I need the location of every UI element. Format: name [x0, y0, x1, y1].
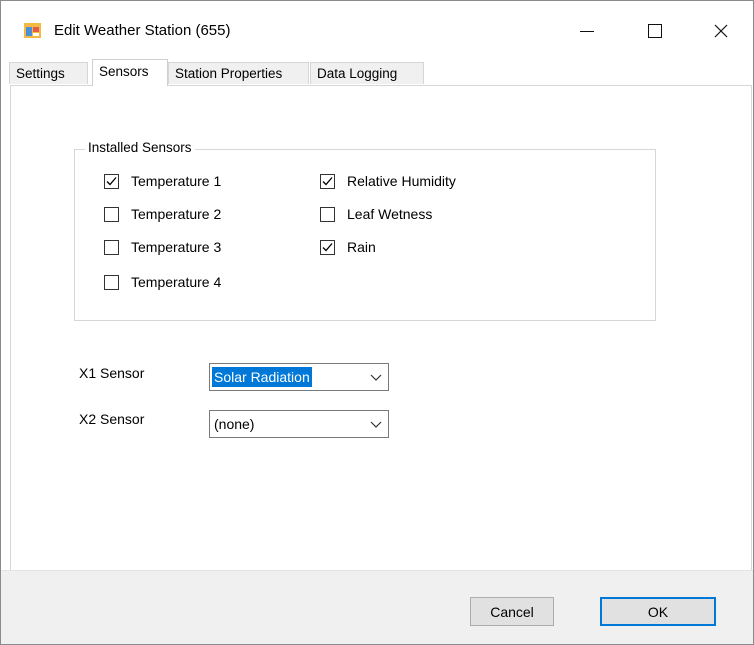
- tab-station-properties[interactable]: Station Properties: [168, 62, 309, 84]
- ok-button[interactable]: OK: [600, 597, 716, 626]
- x1-sensor-label: X1 Sensor: [79, 365, 145, 381]
- checkbox-relative-humidity[interactable]: Relative Humidity: [320, 171, 456, 191]
- x2-sensor-dropdown[interactable]: (none): [209, 410, 389, 438]
- checkbox-temperature-4[interactable]: Temperature 4: [104, 272, 221, 292]
- checkmark-icon: [106, 176, 117, 185]
- checkbox-label: Temperature 3: [131, 239, 222, 255]
- checkbox-label: Temperature 4: [131, 274, 222, 290]
- x2-sensor-label: X2 Sensor: [79, 411, 145, 427]
- checkmark-icon: [322, 176, 333, 185]
- checkbox-label: Leaf Wetness: [347, 206, 433, 222]
- tab-settings[interactable]: Settings: [9, 62, 88, 84]
- minimize-icon: [580, 30, 594, 32]
- x1-sensor-dropdown[interactable]: Solar Radiation: [209, 363, 389, 391]
- checkbox-label: Relative Humidity: [347, 173, 456, 189]
- tab-sensors[interactable]: Sensors: [92, 59, 168, 86]
- checkbox-temperature-3[interactable]: Temperature 3: [104, 237, 221, 257]
- checkbox-rain[interactable]: Rain: [320, 237, 376, 257]
- checkbox-box[interactable]: [104, 274, 119, 290]
- checkbox-box[interactable]: [104, 206, 119, 222]
- title-bar[interactable]: Edit Weather Station (655): [1, 1, 753, 61]
- checkbox-label: Rain: [347, 239, 376, 255]
- x1-sensor-value: Solar Radiation: [212, 367, 312, 387]
- tab-data-logging[interactable]: Data Logging: [310, 62, 424, 84]
- checkbox-label: Temperature 1: [131, 173, 222, 189]
- checkbox-box[interactable]: [104, 239, 119, 255]
- maximize-button[interactable]: [632, 11, 678, 51]
- chevron-down-icon: [370, 421, 382, 428]
- close-icon: [714, 24, 728, 38]
- close-button[interactable]: [698, 11, 744, 51]
- dialog-window: Edit Weather Station (655) Settings Sens…: [0, 0, 754, 645]
- maximize-icon: [648, 24, 662, 38]
- chevron-down-icon: [370, 374, 382, 381]
- tab-strip: Settings Sensors Station Properties Data…: [9, 59, 753, 86]
- installed-sensors-title: Installed Sensors: [85, 140, 195, 155]
- app-window-icon: [24, 23, 41, 38]
- checkbox-label: Temperature 2: [131, 206, 222, 222]
- checkbox-leaf-wetness[interactable]: Leaf Wetness: [320, 204, 432, 224]
- checkbox-temperature-2[interactable]: Temperature 2: [104, 204, 221, 224]
- checkbox-temperature-1[interactable]: Temperature 1: [104, 171, 221, 191]
- window-title: Edit Weather Station (655): [54, 22, 231, 39]
- minimize-button[interactable]: [564, 11, 610, 51]
- x2-sensor-value: (none): [214, 416, 255, 432]
- checkbox-box[interactable]: [320, 206, 335, 222]
- checkmark-icon: [322, 242, 333, 251]
- cancel-button[interactable]: Cancel: [470, 597, 554, 626]
- checkbox-box[interactable]: [320, 173, 335, 189]
- checkbox-box[interactable]: [104, 173, 119, 189]
- checkbox-box[interactable]: [320, 239, 335, 255]
